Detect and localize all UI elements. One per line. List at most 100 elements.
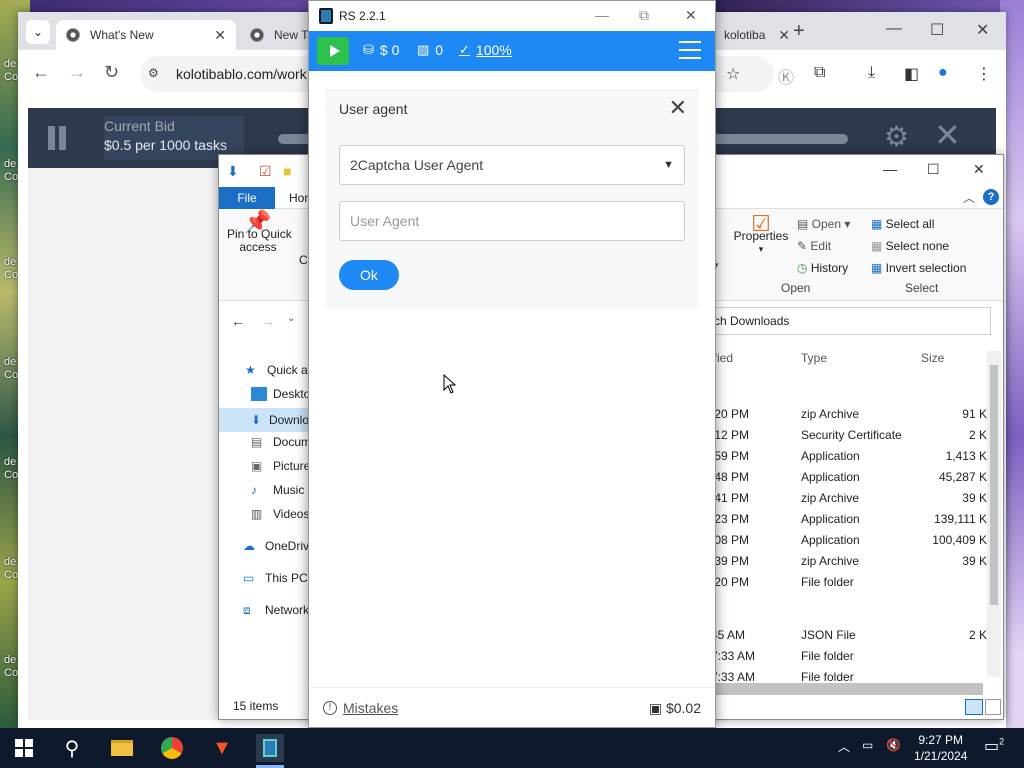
side-panel-icon[interactable]: ◧ bbox=[904, 64, 919, 84]
nav-downloads[interactable]: ⬇ Downlo bbox=[219, 408, 309, 432]
search-icon[interactable]: ⚲ bbox=[58, 734, 86, 762]
nav-desktop[interactable]: Deskto bbox=[251, 387, 310, 401]
select-all-button[interactable]: ▦ Select all bbox=[871, 217, 934, 231]
open-button[interactable]: ▤ Open ▾ bbox=[797, 217, 850, 231]
vertical-scrollbar[interactable] bbox=[987, 351, 1001, 677]
table-row[interactable]: :41 PM zip Archive 39 KB bbox=[711, 488, 995, 509]
bookmark-star-icon[interactable]: ☆ bbox=[726, 64, 740, 84]
details-view-icon[interactable] bbox=[965, 699, 983, 715]
select-none-button[interactable]: ▦ Select none bbox=[871, 239, 949, 253]
select-value: 2Captcha User Agent bbox=[350, 157, 484, 173]
pin-to-quick-access-button[interactable]: 📌 Pin to Quick access bbox=[227, 211, 292, 254]
tasks-value: 0 bbox=[435, 42, 444, 58]
clock[interactable]: 9:27 PM 1/21/2024 bbox=[914, 732, 967, 764]
nav-pictures[interactable]: ▣ Picture bbox=[251, 459, 310, 473]
forward-icon[interactable]: → bbox=[261, 313, 275, 329]
column-type[interactable]: Type bbox=[801, 351, 827, 365]
ok-button[interactable]: Ok bbox=[339, 260, 399, 290]
tab-search-button[interactable]: ⌄ bbox=[26, 20, 50, 44]
nav-quick-access[interactable]: ★ Quick ac bbox=[245, 363, 314, 377]
horizontal-scrollbar[interactable] bbox=[715, 683, 983, 695]
properties-button[interactable]: ☑ Properties ▾ bbox=[733, 213, 789, 256]
site-info-icon[interactable]: ⚙ bbox=[148, 66, 159, 80]
tab-file[interactable]: File bbox=[219, 187, 275, 209]
notifications-icon[interactable]: ▭2 bbox=[984, 736, 1004, 756]
accuracy-stat[interactable]: ✓ 100% bbox=[459, 42, 512, 58]
select-none-label: Select none bbox=[885, 239, 950, 253]
address-bar[interactable]: kolotibablo.com/work bbox=[140, 56, 320, 92]
minimize-icon[interactable]: — bbox=[883, 161, 897, 177]
start-button[interactable] bbox=[317, 37, 349, 65]
volume-muted-icon[interactable]: 🔇 bbox=[886, 738, 901, 752]
show-hidden-icons-icon[interactable]: ︿ bbox=[838, 738, 850, 755]
download-icon[interactable]: ⤓ bbox=[868, 64, 875, 82]
menu-kebab-icon[interactable]: ⋮ bbox=[976, 64, 992, 84]
folder-icon[interactable]: ■ bbox=[283, 163, 291, 179]
nav-network[interactable]: ⧈ Network bbox=[243, 603, 309, 617]
nav-documents[interactable]: ▤ Docum bbox=[251, 435, 311, 449]
back-icon[interactable]: ← bbox=[32, 62, 50, 83]
help-icon[interactable]: ? bbox=[983, 189, 999, 205]
column-size[interactable]: Size bbox=[921, 351, 944, 365]
properties-icon[interactable]: ☑ bbox=[259, 163, 272, 180]
search-input[interactable]: ch Downloads bbox=[705, 307, 991, 335]
nav-label: Quick ac bbox=[267, 363, 314, 377]
file-explorer-icon[interactable] bbox=[108, 734, 136, 762]
table-row[interactable]: 7:33 AM File folder bbox=[711, 646, 995, 667]
table-row[interactable]: :20 PM File folder bbox=[711, 572, 995, 593]
scroll-thumb[interactable] bbox=[990, 365, 998, 605]
brave-icon[interactable]: ▼ bbox=[208, 734, 236, 762]
nav-videos[interactable]: ▥ Videos bbox=[251, 507, 309, 521]
table-row[interactable]: :08 PM Application 100,409 KB bbox=[711, 530, 995, 551]
collapse-ribbon-icon[interactable]: ︿ bbox=[963, 189, 975, 206]
maximize-icon[interactable]: ☐ bbox=[927, 161, 940, 178]
hamburger-menu-icon[interactable] bbox=[679, 41, 701, 59]
edit-button[interactable]: ✎ Edit bbox=[797, 239, 831, 253]
network-icon[interactable]: ▭ bbox=[862, 738, 873, 752]
chrome-favicon-icon bbox=[250, 28, 264, 42]
select-all-icon: ▦ bbox=[871, 217, 886, 231]
history-button[interactable]: ◷ History bbox=[797, 261, 848, 275]
mistakes-link[interactable]: ! Mistakes bbox=[323, 700, 398, 716]
minimize-icon[interactable]: — bbox=[595, 7, 609, 23]
table-row[interactable]: :12 PM Security Certificate 2 KB bbox=[711, 425, 995, 446]
tab-kolotibablo[interactable]: kolotiba ✕ bbox=[714, 20, 790, 50]
profile-avatar-icon[interactable]: ● bbox=[938, 64, 948, 82]
extension-k-icon[interactable]: Ⓚ bbox=[778, 64, 794, 88]
start-windows-icon[interactable] bbox=[14, 739, 34, 757]
table-row[interactable]: :59 PM Application 1,413 KB bbox=[711, 446, 995, 467]
table-row[interactable]: :48 PM Application 45,287 KB bbox=[711, 467, 995, 488]
restore-icon[interactable]: ⧉ bbox=[639, 7, 649, 24]
close-icon[interactable]: ✕ bbox=[685, 7, 697, 24]
extensions-puzzle-icon[interactable]: ⧉ bbox=[814, 64, 825, 82]
close-icon[interactable]: ✕ bbox=[934, 116, 961, 154]
reload-icon[interactable]: ↻ bbox=[104, 62, 119, 83]
tab-whats-new[interactable]: What's New ✕ bbox=[56, 20, 236, 50]
table-row[interactable]: :20 PM zip Archive 91 KB bbox=[711, 404, 995, 425]
close-icon[interactable]: ✕ bbox=[973, 161, 985, 178]
table-row[interactable]: :39 PM zip Archive 39 KB bbox=[711, 551, 995, 572]
nav-music[interactable]: ♪ Music bbox=[251, 483, 304, 497]
close-tab-icon[interactable]: ✕ bbox=[214, 27, 226, 44]
user-agent-input[interactable] bbox=[339, 201, 685, 241]
rs-app-taskbar-icon[interactable] bbox=[256, 734, 284, 762]
large-icons-view-icon[interactable] bbox=[985, 699, 1001, 715]
pause-icon[interactable] bbox=[46, 126, 68, 150]
recent-locations-icon[interactable]: ⌄ bbox=[287, 313, 295, 324]
minimize-icon[interactable]: — bbox=[886, 20, 902, 38]
chrome-icon[interactable] bbox=[158, 734, 186, 762]
close-icon[interactable]: ✕ bbox=[669, 95, 687, 121]
nav-this-pc[interactable]: ▭ This PC bbox=[243, 571, 308, 585]
back-icon[interactable]: ← bbox=[231, 313, 245, 329]
table-row[interactable]: 45 AM JSON File 2 KB bbox=[711, 625, 995, 646]
user-agent-select[interactable]: 2Captcha User Agent ▼ bbox=[339, 145, 685, 185]
table-row[interactable]: :23 PM Application 139,111 KB bbox=[711, 509, 995, 530]
forward-icon[interactable]: → bbox=[68, 62, 86, 83]
invert-selection-button[interactable]: ▦ Invert selection bbox=[871, 261, 966, 275]
nav-onedrive[interactable]: ☁ OneDrive bbox=[243, 539, 316, 553]
close-tab-icon[interactable]: ✕ bbox=[778, 27, 790, 44]
new-tab-button[interactable]: + bbox=[793, 20, 805, 43]
close-icon[interactable]: ✕ bbox=[976, 20, 989, 40]
maximize-icon[interactable]: ☐ bbox=[930, 20, 944, 40]
gear-icon[interactable]: ⚙ bbox=[884, 120, 909, 153]
